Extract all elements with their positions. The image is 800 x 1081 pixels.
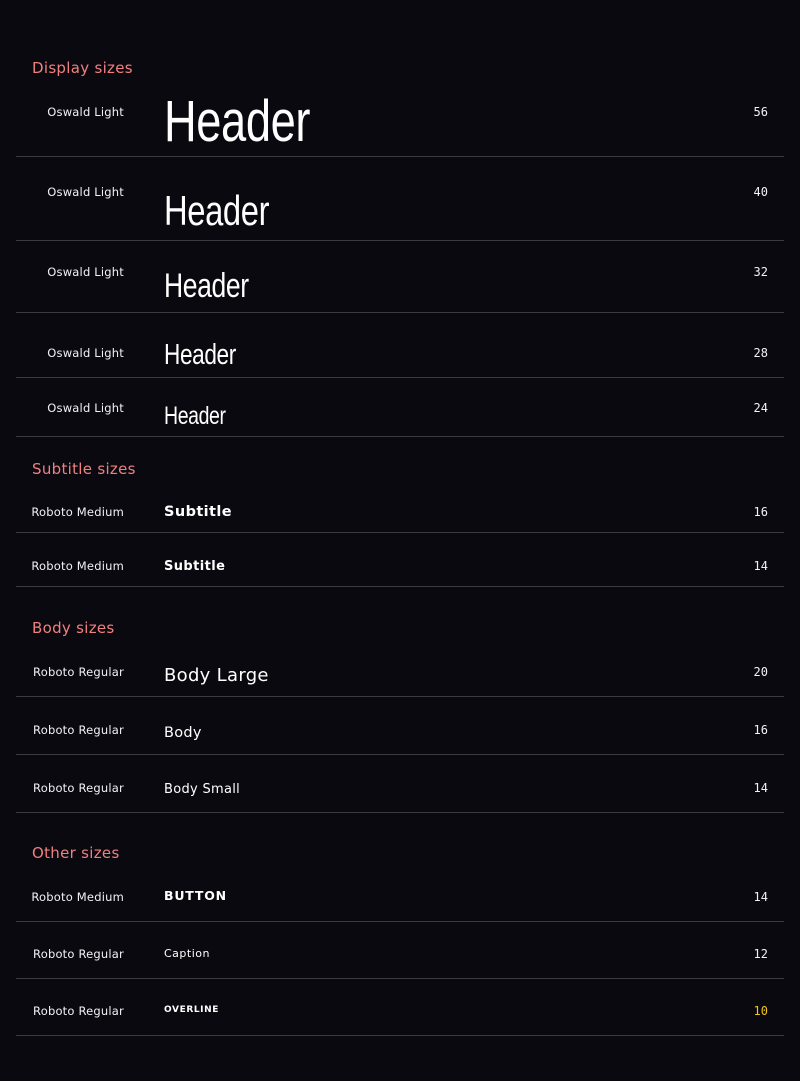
size-value: 40 <box>753 185 768 199</box>
type-sample: Body <box>164 725 202 741</box>
type-row-display-24: Oswald Light Header 24 <box>16 378 784 437</box>
size-value: 16 <box>753 505 768 519</box>
size-value: 16 <box>753 723 768 737</box>
type-row-body-14: Roboto Regular Body Small 14 <box>16 755 784 813</box>
type-sample: Subtitle <box>164 559 226 574</box>
font-name: Roboto Regular <box>33 723 124 737</box>
font-name: Roboto Regular <box>33 947 124 961</box>
type-sample: BUTTON <box>164 888 227 903</box>
type-row-subtitle-14: Roboto Medium Subtitle 14 <box>16 533 784 587</box>
font-name: Oswald Light <box>47 185 124 199</box>
type-sample: Body Large <box>164 665 269 686</box>
font-name: Roboto Medium <box>31 505 124 519</box>
font-name: Roboto Medium <box>31 890 124 904</box>
type-sample: Caption <box>164 947 210 960</box>
type-row-overline: Roboto Regular OVERLINE 10 <box>16 979 784 1036</box>
size-value: 12 <box>753 947 768 961</box>
size-value: 14 <box>753 890 768 904</box>
size-value: 14 <box>753 559 768 573</box>
type-sample: Subtitle <box>164 504 232 520</box>
type-row-subtitle-16: Roboto Medium Subtitle 16 <box>16 437 784 533</box>
type-sample: Body Small <box>164 782 241 797</box>
size-value: 32 <box>753 265 768 279</box>
type-row-body-16: Roboto Regular Body 16 <box>16 697 784 755</box>
font-name: Oswald Light <box>47 401 124 415</box>
size-value: 56 <box>753 105 768 119</box>
type-sample: Header <box>164 339 236 371</box>
size-value: 24 <box>753 401 768 415</box>
type-row-display-28: Oswald Light Header 28 <box>16 313 784 378</box>
font-name: Roboto Regular <box>33 781 124 795</box>
font-name: Roboto Medium <box>31 559 124 573</box>
size-value-highlighted: 10 <box>753 1004 768 1018</box>
type-row-body-20: Roboto Regular Body Large 20 <box>16 587 784 697</box>
size-value: 28 <box>753 346 768 360</box>
type-row-display-40: Oswald Light Header 40 <box>16 157 784 241</box>
type-row-display-56: Oswald Light Header 56 <box>16 0 784 157</box>
type-row-button: Roboto Medium BUTTON 14 <box>16 813 784 922</box>
type-sample: Header <box>164 187 270 234</box>
font-name: Oswald Light <box>47 346 124 360</box>
type-row-display-32: Oswald Light Header 32 <box>16 241 784 313</box>
type-sample: Header <box>164 89 311 154</box>
font-name: Roboto Regular <box>33 1004 124 1018</box>
type-sample: Header <box>164 267 249 305</box>
size-value: 20 <box>753 665 768 679</box>
font-name: Oswald Light <box>47 265 124 279</box>
font-name: Roboto Regular <box>33 665 124 679</box>
type-sample: OVERLINE <box>164 1005 220 1015</box>
type-sample: Header <box>164 402 226 430</box>
size-value: 14 <box>753 781 768 795</box>
type-row-caption: Roboto Regular Caption 12 <box>16 922 784 979</box>
font-name: Oswald Light <box>47 105 124 119</box>
